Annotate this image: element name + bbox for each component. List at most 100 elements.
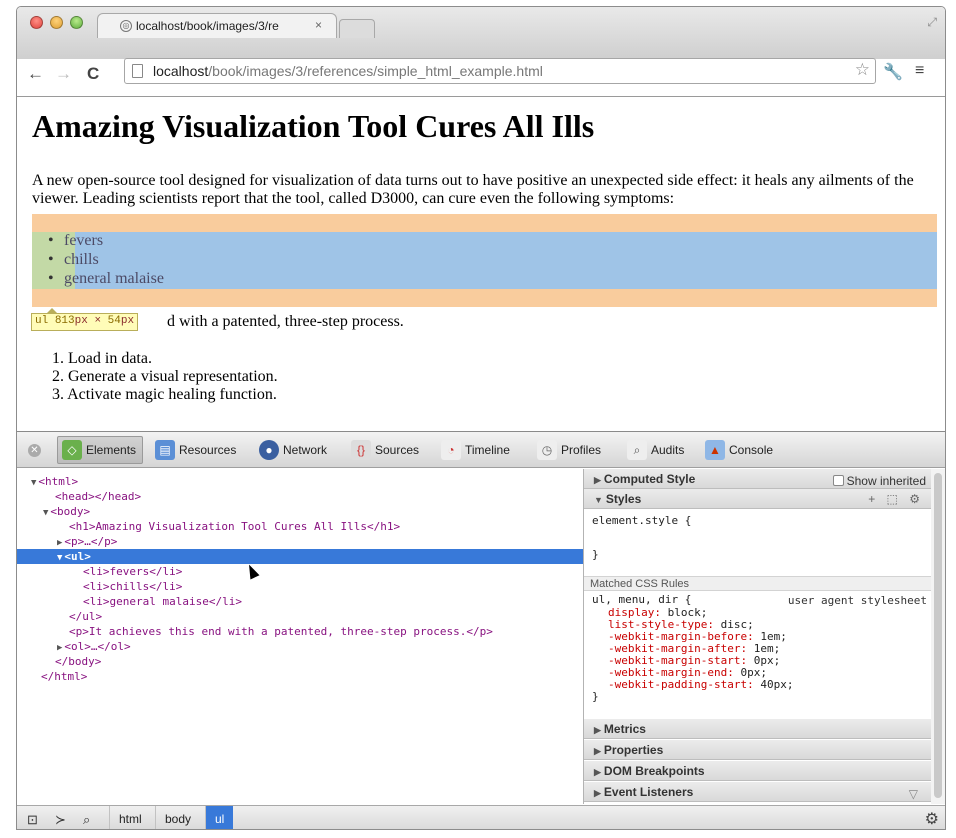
globe-icon: ◎ — [120, 20, 132, 32]
tab-console[interactable]: ▲ Console — [705, 436, 773, 464]
show-inherited-checkbox[interactable]: Show inherited — [832, 471, 926, 491]
dom-node[interactable]: <li>general malaise</li> — [83, 594, 242, 609]
list-item: chills — [48, 251, 99, 269]
tab-profiles[interactable]: ◷ Profiles — [537, 436, 601, 464]
zoom-window-button[interactable] — [70, 16, 83, 29]
tab-network[interactable]: ● Network — [259, 436, 327, 464]
tab-audits[interactable]: ⌕ Audits — [627, 436, 684, 464]
element-style-open[interactable]: element.style { — [592, 515, 691, 527]
dom-node[interactable]: <p>It achieves this end with a patented,… — [69, 624, 493, 639]
tab-close-icon[interactable]: × — [315, 18, 322, 32]
settings-gear-icon[interactable]: ⚙ — [925, 809, 939, 829]
resources-icon: ▤ — [155, 440, 175, 460]
forward-button[interactable]: → — [55, 64, 72, 84]
tab-label: Resources — [179, 443, 237, 457]
dom-selected-row[interactable] — [17, 549, 583, 564]
dom-node[interactable]: ▼ <html> — [31, 474, 78, 489]
dom-node-ul[interactable]: ▼ <ul> — [57, 549, 91, 564]
devtools-panel: ✕ ◇ Elements ▤ Resources ● Network {} Source… — [17, 431, 945, 829]
list-item: general malaise — [48, 270, 164, 288]
tab-label: Profiles — [561, 443, 602, 457]
tab-title: localhost/book/images/3/re — [136, 19, 279, 33]
console-drawer-icon[interactable]: ≻ — [55, 812, 66, 828]
fullscreen-icon[interactable]: ⤢ — [927, 15, 937, 30]
dom-node[interactable]: ▶ <ol>…</ol> — [57, 639, 131, 654]
dock-icon[interactable]: ⊡ — [27, 812, 38, 828]
wrench-icon[interactable]: 🔧 — [883, 62, 903, 82]
audits-icon: ⌕ — [627, 440, 647, 460]
dom-node[interactable]: <head></head> — [55, 489, 141, 504]
ul-highlight-margin: fevers chills general malaise — [32, 214, 937, 307]
dom-node[interactable]: <li>fevers</li> — [83, 564, 182, 579]
dom-node[interactable]: </ul> — [69, 609, 102, 624]
dom-node[interactable]: <h1>Amazing Visualization Tool Cures All… — [69, 519, 400, 534]
page-heading: Amazing Visualization Tool Cures All Ill… — [32, 108, 595, 144]
dom-node[interactable]: </html> — [41, 669, 87, 684]
bookmark-star-icon[interactable]: ☆ — [855, 60, 870, 80]
event-listeners-header[interactable]: ▶ Event Listeners ▽ — [584, 782, 932, 802]
devtools-status-bar: ⊡ ≻ ⌕ html body ul ⚙ — [17, 805, 945, 829]
tab-label: Network — [283, 443, 328, 457]
tab-label: Audits — [651, 443, 685, 457]
element-style-close: } — [592, 548, 599, 561]
intro-paragraph: A new open-source tool designed for visu… — [32, 172, 914, 207]
timeline-icon: ◔ — [441, 440, 461, 460]
tab-timeline[interactable]: ◔ Timeline — [441, 436, 510, 464]
breadcrumb-html[interactable]: html — [109, 806, 151, 829]
page-content: Amazing Visualization Tool Cures All Ill… — [17, 97, 945, 432]
dom-tree[interactable]: ▼ <html> <head></head> ▼ <body> <h1>Amazin… — [17, 469, 583, 804]
css-property[interactable]: -webkit-padding-start: 40px; — [608, 679, 793, 691]
tab-label: Timeline — [465, 443, 510, 457]
styles-header[interactable]: ▼ Styles + ⬚ ⚙ — [584, 489, 932, 509]
breadcrumb-body[interactable]: body — [155, 806, 200, 829]
element-size-tooltip: ul 813px × 54px — [31, 308, 139, 331]
dom-node[interactable]: </body> — [55, 654, 101, 669]
computed-style-header[interactable]: ▶ Computed Style Show inherited — [584, 469, 932, 489]
tab-resources[interactable]: ▤ Resources — [155, 436, 236, 464]
scrollbar-thumb[interactable] — [934, 473, 942, 798]
properties-header[interactable]: ▶ Properties — [584, 740, 932, 760]
menu-icon[interactable]: ≡ — [915, 62, 924, 80]
breadcrumb-ul[interactable]: ul — [205, 806, 234, 829]
dom-node[interactable]: <li>chills</li> — [83, 579, 182, 594]
tab-sources[interactable]: {} Sources — [351, 436, 419, 464]
browser-tab[interactable]: ◎ localhost/book/images/3/re × — [97, 13, 337, 38]
devtools-close-icon[interactable]: ✕ — [28, 444, 41, 457]
dom-node[interactable]: ▼ <body> — [43, 504, 90, 519]
reload-button[interactable]: C — [87, 64, 99, 84]
tab-label: Elements — [86, 443, 137, 457]
search-icon[interactable]: ⌕ — [83, 812, 90, 828]
tab-label: Console — [729, 443, 774, 457]
metrics-header[interactable]: ▶ Metrics — [584, 719, 932, 739]
ul-highlight-content — [75, 232, 937, 289]
minimize-window-button[interactable] — [50, 16, 63, 29]
ordered-list-item: 3. Activate magic healing function. — [52, 386, 277, 403]
dom-node[interactable]: ▶ <p>…</p> — [57, 534, 117, 549]
rule-selector[interactable]: ul, menu, dir { — [592, 594, 691, 606]
sidebar-scrollbar[interactable] — [931, 469, 945, 804]
title-bar: ◎ localhost/book/images/3/re × ⤢ — [17, 7, 945, 59]
ordered-list-item: 2. Generate a visual representation. — [52, 368, 278, 385]
filter-icon[interactable]: ▽ — [909, 784, 918, 804]
devtools-toolbar: ✕ ◇ Elements ▤ Resources ● Network {} Source… — [17, 432, 945, 468]
browser-window: ◎ localhost/book/images/3/re × ⤢ ← → C l… — [16, 6, 946, 830]
dom-breakpoints-header[interactable]: ▶ DOM Breakpoints — [584, 761, 932, 781]
tab-label: Sources — [375, 443, 420, 457]
rule-close: } — [592, 690, 599, 703]
styles-actions-icon[interactable]: + ⬚ ⚙ — [868, 489, 924, 509]
new-tab-button[interactable] — [339, 19, 375, 38]
page-icon — [132, 64, 143, 78]
address-url: localhost/book/images/3/references/simpl… — [153, 63, 543, 79]
back-button[interactable]: ← — [27, 64, 44, 84]
styles-sidebar: ▶ Computed Style Show inherited ▼ Styles +… — [583, 469, 932, 804]
process-paragraph: d with a patented, three-step process. — [167, 313, 404, 330]
ordered-list-item: 1. Load in data. — [52, 350, 152, 367]
rule-source: user agent stylesheet — [787, 594, 927, 607]
tab-elements[interactable]: ◇ Elements — [57, 436, 144, 464]
network-icon: ● — [259, 440, 279, 460]
sources-icon: {} — [351, 440, 371, 460]
address-bar[interactable]: localhost/book/images/3/references/simpl… — [124, 58, 876, 84]
profiles-icon: ◷ — [537, 440, 557, 460]
close-window-button[interactable] — [30, 16, 43, 29]
list-item: fevers — [48, 232, 103, 250]
